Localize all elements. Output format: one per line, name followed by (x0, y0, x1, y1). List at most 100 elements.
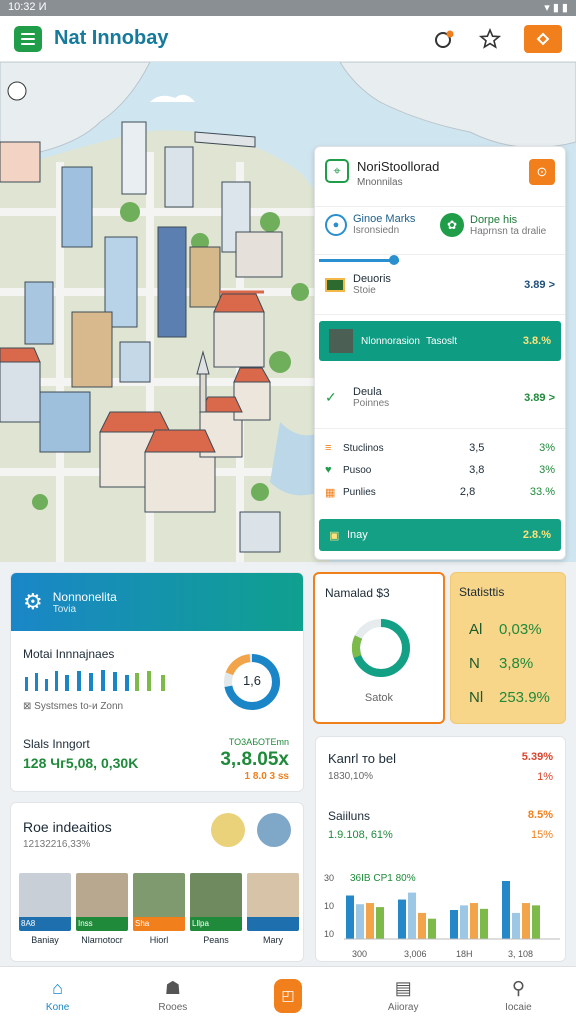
heart-icon: ♥ (325, 464, 332, 476)
stat-pct: 33.% (529, 486, 555, 498)
statistics-list: Al 0,03% N 3,8% Nl 253.9% (469, 621, 561, 723)
row-1-label: Deuoris (353, 273, 391, 285)
bar (376, 907, 384, 939)
thumb-label: Peans (203, 935, 229, 945)
thumb-band (247, 917, 299, 931)
user-avatar-icon: ● (325, 213, 347, 236)
y-tick-label: 10 (324, 929, 334, 939)
bar (398, 899, 406, 939)
thumbnail-image: Sha (133, 873, 185, 931)
panel-footer[interactable]: ▣ Inay 2.8.% (319, 519, 561, 551)
footer-right-big: 3,.8.05x (220, 749, 289, 770)
panel-slider-fill (319, 259, 399, 262)
nav-home[interactable]: ⌂ Kone (0, 967, 115, 1024)
nav-center[interactable]: ◰ (230, 967, 345, 1024)
stat-pct: 3% (539, 464, 555, 476)
panel-row-3[interactable]: ✓ Deula Poinnes 3.89 > (315, 367, 565, 429)
stat-value: 3,8% (499, 655, 534, 672)
thumb-tag: Lllpa (190, 917, 242, 931)
bar (418, 912, 426, 939)
named-card-title: Namalad $3 (325, 586, 390, 600)
thumbnail-image: Inss (76, 873, 128, 931)
bar (346, 895, 354, 939)
calendar-icon: ▣ (329, 529, 340, 542)
nav-docs-label: Aiioray (387, 1002, 419, 1013)
bird-icon (211, 813, 245, 847)
home-icon: ⌂ (52, 978, 64, 998)
gear-icon: ⚙ (23, 589, 43, 614)
panel-stats: ≡ Stuclinos 3,5 3% ♥ Pusoo 3,8 3% ▦ Punl… (315, 429, 565, 503)
row-2-label: Nlonnorasion (361, 335, 420, 347)
bar (532, 905, 540, 939)
panel-row-1[interactable]: Deuoris Stoie 3.89 > (315, 255, 565, 315)
stat-pct: 3% (539, 442, 555, 454)
nav-search[interactable]: ⚲ Iocaie (461, 967, 576, 1024)
stat-label: Stuclinos (343, 442, 384, 454)
section-title: Saiiluns (328, 809, 371, 823)
innovation-note: ⊠ Systsmes to-и Zonn (23, 701, 123, 712)
bar (408, 892, 416, 939)
resources-title: Roe indeaitios (23, 819, 112, 835)
bar (450, 910, 458, 939)
user-b[interactable]: ✿ Dorpe his Haprnsn ta dralie (440, 213, 555, 237)
panel-slider-handle[interactable] (389, 255, 399, 265)
stat-value: 0,03% (499, 621, 542, 638)
footer-right-small: TO3АБОТEmn (228, 737, 289, 747)
status-bar: 10:32 И ▾ ▮ ▮ (0, 0, 576, 16)
chart-card-right-sub: 1% (537, 771, 553, 783)
resources-subtitle: 12132216,33% (23, 839, 91, 850)
stat-value: 253.9% (499, 689, 550, 706)
bar (512, 912, 520, 939)
donut-label: 1,6 (242, 673, 262, 688)
y-tick-label: 10 (324, 901, 334, 911)
row-1-value: 3.89 > (524, 278, 555, 291)
stat-key: Al (469, 621, 483, 638)
panel-row-highlight[interactable]: Nlonnorasion Tasoslt 3.8.% (319, 321, 561, 361)
notifications-icon[interactable] (430, 25, 458, 53)
thumb-item[interactable]: Inss Nlarnotocr (76, 873, 128, 945)
thumb-item[interactable]: Sha Hiorl (133, 873, 185, 945)
named-ring-card[interactable]: Namalad $3 Satok (313, 572, 445, 724)
footer-label: Slals Inngort (23, 737, 90, 751)
statistics-card[interactable]: Statisttis Al 0,03% N 3,8% Nl 253.9% (450, 572, 566, 724)
profile-button[interactable] (524, 24, 562, 53)
building-avatar-icon (257, 813, 291, 847)
app-bar: Nat Innobay (0, 16, 576, 62)
map-info-panel: ⌖ NoriStoollorad Mnonnilas ⊙ ● Ginoe Mar… (314, 146, 566, 560)
thumb-item[interactable]: Mary (247, 873, 299, 945)
innovation-card[interactable]: ⚙ Nonnonelita Tovia Motai Innnajnaes ⊠ S… (10, 572, 304, 792)
stat-item: N 3,8% (469, 655, 561, 689)
user-a[interactable]: ● Ginoe Marks Isronsiedn (325, 213, 440, 236)
nav-docs[interactable]: ▤ Aiioray (346, 967, 461, 1024)
row-3-sub: Poinnes (353, 398, 390, 409)
stat-label: Pusoo (343, 464, 372, 476)
panel-header: ⌖ NoriStoollorad Mnonnilas ⊙ (315, 147, 565, 207)
panel-action-button[interactable]: ⊙ (529, 159, 555, 185)
bar (470, 903, 478, 939)
thumb-item[interactable]: Lllpa Peans (190, 873, 242, 945)
user-b-sub: Haprnsn ta dralie (470, 225, 547, 237)
info-icon: ⊠ (23, 701, 35, 712)
nav-people[interactable]: ☗ Rooes (115, 967, 230, 1024)
stat-row: ♥ Pusoo 3,8 3% (325, 459, 555, 481)
section-sub: 1.9.108, 61% (328, 829, 393, 841)
named-card-center-label: Satok (364, 692, 394, 704)
status-icons: ▾ ▮ ▮ (544, 2, 568, 14)
location-pin-icon: ⌖ (325, 159, 349, 183)
menu-button[interactable] (14, 25, 42, 52)
thumb-item[interactable]: 8A8 Baniay (19, 873, 71, 945)
statistics-title: Statisttis (459, 585, 505, 599)
thumb-tag: 8A8 (19, 917, 71, 931)
chart-card-title: Kanrl то bel (328, 751, 396, 766)
x-tick-label: 3,006 (404, 949, 427, 959)
star-icon[interactable] (476, 25, 504, 53)
chart-card[interactable]: Kanrl то bel 1830,10% 5.39% 1% Saiiluns … (315, 736, 566, 962)
resources-card[interactable]: Roe indeaitios 12132216,33% 8A8 Baniay I… (10, 802, 304, 962)
thumb-label: Baniay (31, 935, 59, 945)
status-time: 10:32 И (8, 1, 47, 13)
stat-item: Nl 253.9% (469, 689, 561, 723)
thumbnail-icon (329, 329, 353, 353)
stat-row: ▦ Punlies 2,8 33.% (325, 481, 555, 503)
stat-key: N (469, 655, 480, 672)
footer-label: Inay (347, 529, 368, 541)
